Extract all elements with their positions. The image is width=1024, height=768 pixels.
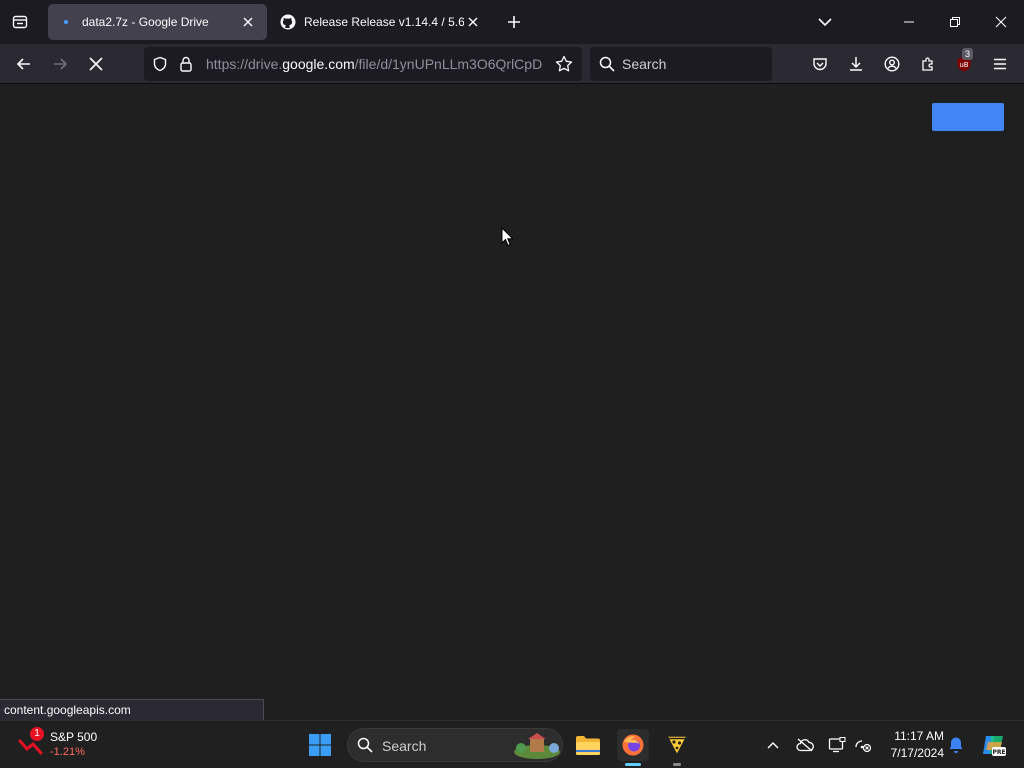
stock-change: -1.21% bbox=[50, 746, 85, 758]
start-button[interactable] bbox=[304, 729, 336, 761]
windows-taskbar: 1 S&P 500 -1.21% Search 11:17 AM 7/17/20… bbox=[0, 720, 1024, 768]
firefox-view-button[interactable] bbox=[0, 0, 40, 44]
tab-title: Release Release v1.14.4 / 5.69.4 bbox=[304, 15, 464, 29]
tab-close-icon[interactable] bbox=[239, 13, 257, 31]
plus-icon bbox=[508, 16, 520, 28]
cloud-off-icon bbox=[796, 738, 814, 752]
screen: data2.7z - Google Drive Release Release … bbox=[0, 0, 1024, 768]
search-icon bbox=[599, 56, 615, 77]
lock-icon[interactable] bbox=[179, 56, 193, 77]
status-panel: content.googleapis.com bbox=[0, 699, 264, 720]
svg-text:uB: uB bbox=[959, 61, 968, 69]
stock-widget[interactable]: 1 S&P 500 -1.21% bbox=[16, 727, 136, 763]
pocket-button[interactable] bbox=[808, 52, 832, 76]
extension-badge: 3 bbox=[962, 48, 974, 60]
tab-github-release[interactable]: Release Release v1.14.4 / 5.69.4 bbox=[270, 4, 492, 40]
page-content: content.googleapis.com bbox=[0, 85, 1024, 720]
network-tray-button[interactable] bbox=[852, 734, 874, 756]
back-button[interactable] bbox=[12, 52, 36, 76]
firefox-icon bbox=[622, 734, 644, 756]
onedrive-tray-button[interactable] bbox=[794, 734, 816, 756]
windows-logo-icon bbox=[309, 734, 331, 756]
taskbar-search-placeholder: Search bbox=[382, 738, 427, 754]
puzzle-icon bbox=[922, 57, 933, 71]
search-placeholder: Search bbox=[622, 56, 667, 72]
account-icon bbox=[884, 56, 900, 72]
url-host: google.com bbox=[282, 56, 355, 72]
minimize-icon bbox=[904, 21, 914, 23]
app-running-indicator bbox=[673, 763, 681, 766]
chevron-down-icon bbox=[818, 18, 832, 27]
pocket-icon bbox=[813, 58, 827, 71]
search-highlight-illustration-icon bbox=[514, 733, 560, 759]
tab-strip: data2.7z - Google Drive Release Release … bbox=[0, 0, 1024, 44]
stop-loading-button[interactable] bbox=[84, 52, 108, 76]
mouse-cursor-icon bbox=[501, 227, 515, 247]
tab-google-drive[interactable]: data2.7z - Google Drive bbox=[48, 4, 267, 40]
url-bar[interactable]: https://drive.google.com/file/d/1ynUPnLL… bbox=[144, 47, 582, 81]
taskbar-search-box[interactable]: Search bbox=[347, 728, 563, 762]
url-text[interactable]: https://drive.google.com/file/d/1ynUPnLL… bbox=[206, 56, 546, 72]
navigation-toolbar: https://drive.google.com/file/d/1ynUPnLL… bbox=[0, 44, 1024, 84]
app-menu-button[interactable] bbox=[988, 52, 1012, 76]
restore-button[interactable] bbox=[941, 8, 969, 36]
close-window-button[interactable] bbox=[987, 8, 1015, 36]
tab-title: data2.7z - Google Drive bbox=[82, 15, 209, 29]
forward-button[interactable] bbox=[48, 52, 72, 76]
loading-dot-icon bbox=[58, 14, 74, 30]
system-clock[interactable]: 11:17 AM 7/17/2024 bbox=[880, 728, 944, 762]
tracking-protection-icon[interactable] bbox=[152, 56, 168, 77]
url-path: /file/d/1ynUPnLLm3O6QrlCpD bbox=[354, 56, 543, 72]
downloads-button[interactable] bbox=[844, 52, 868, 76]
stock-alert-badge: 1 bbox=[30, 727, 44, 741]
pizza-app-button[interactable] bbox=[661, 729, 693, 761]
monitor-icon bbox=[828, 737, 846, 753]
list-all-tabs-button[interactable] bbox=[815, 12, 835, 32]
url-prefix: https://drive. bbox=[206, 56, 283, 72]
hamburger-menu-icon bbox=[994, 58, 1006, 70]
pizza-icon bbox=[666, 735, 688, 756]
new-tab-button[interactable] bbox=[504, 12, 524, 32]
download-icon bbox=[850, 57, 862, 71]
close-icon bbox=[995, 16, 1007, 28]
copilot-icon: PRE bbox=[983, 736, 1006, 756]
display-tray-button[interactable] bbox=[826, 734, 848, 756]
search-bar[interactable]: Search bbox=[590, 47, 772, 81]
network-disconnected-icon bbox=[855, 740, 872, 753]
arrow-right-icon bbox=[54, 58, 68, 70]
active-app-indicator bbox=[625, 763, 641, 766]
stop-icon bbox=[89, 57, 103, 71]
download-button-placeholder[interactable] bbox=[932, 103, 1004, 131]
arrow-left-icon bbox=[16, 58, 30, 70]
ublock-origin-button[interactable]: uB 3 bbox=[952, 48, 976, 76]
github-icon bbox=[280, 14, 296, 30]
extensions-button[interactable] bbox=[916, 52, 940, 76]
clock-date: 7/17/2024 bbox=[890, 746, 944, 760]
minimize-button[interactable] bbox=[895, 8, 923, 36]
tab-close-icon[interactable] bbox=[464, 13, 482, 31]
chevron-up-icon bbox=[767, 742, 779, 749]
show-hidden-icons-button[interactable] bbox=[762, 734, 784, 756]
clock-time: 11:17 AM bbox=[894, 729, 944, 743]
account-button[interactable] bbox=[880, 52, 904, 76]
notifications-button[interactable] bbox=[945, 734, 967, 756]
bell-icon bbox=[949, 737, 963, 753]
search-icon bbox=[357, 737, 373, 758]
restore-icon bbox=[950, 17, 960, 27]
stock-name: S&P 500 bbox=[50, 730, 98, 744]
file-explorer-button[interactable] bbox=[572, 729, 604, 761]
copilot-button[interactable]: PRE bbox=[980, 732, 1006, 758]
firefox-taskbar-button[interactable] bbox=[617, 729, 649, 761]
svg-text:PRE: PRE bbox=[992, 749, 1005, 756]
firefox-view-icon bbox=[12, 15, 28, 29]
bookmark-star-icon[interactable] bbox=[555, 55, 573, 78]
folder-icon bbox=[576, 736, 600, 755]
